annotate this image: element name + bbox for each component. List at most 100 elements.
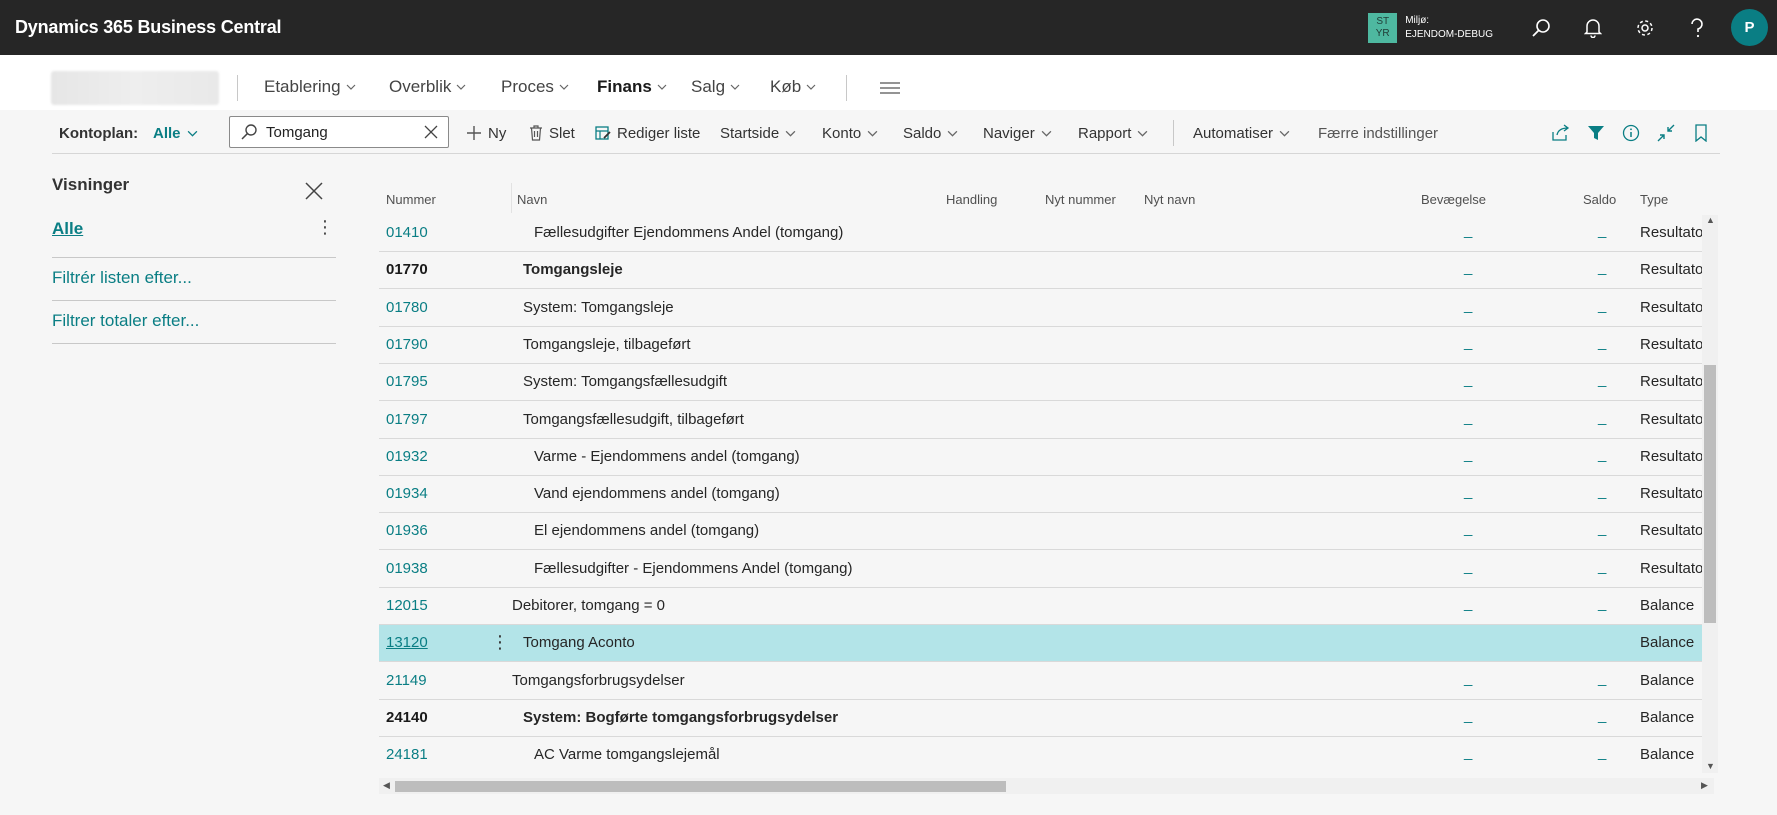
account-number[interactable]: 01790 xyxy=(386,336,428,353)
search-input[interactable] xyxy=(266,123,416,141)
table-row[interactable]: 01770 Tomgangsleje _ _ Resultatop xyxy=(379,252,1702,289)
saldo-value[interactable]: _ xyxy=(1598,446,1606,463)
saldo-value[interactable]: _ xyxy=(1598,371,1606,388)
scroll-left-icon[interactable]: ◀ xyxy=(383,780,390,791)
bevaegelse-value[interactable]: _ xyxy=(1464,409,1472,426)
new-button[interactable]: Ny xyxy=(466,112,506,154)
account-number[interactable]: 12015 xyxy=(386,597,428,614)
saldo-value[interactable]: _ xyxy=(1598,334,1606,351)
gear-icon[interactable] xyxy=(1619,0,1671,55)
bevaegelse-value[interactable]: _ xyxy=(1464,744,1472,761)
bevaegelse-value[interactable]: _ xyxy=(1464,334,1472,351)
nav-item-salg[interactable]: Salg xyxy=(691,77,740,97)
scroll-down-icon[interactable]: ▼ xyxy=(1706,761,1715,771)
filter-list-link[interactable]: Filtrér listen efter... xyxy=(52,268,192,288)
saldo-value[interactable]: _ xyxy=(1598,558,1606,575)
table-row[interactable]: 21149 Tomgangsforbrugsydelser _ _ Balance xyxy=(379,663,1702,700)
bevaegelse-value[interactable]: _ xyxy=(1464,707,1472,724)
row-menu-icon[interactable]: ⋮ xyxy=(491,632,509,653)
account-number[interactable]: 01795 xyxy=(386,373,428,390)
table-row[interactable]: 01938 Fællesudgifter - Ejendommens Andel … xyxy=(379,551,1702,588)
account-number[interactable]: 01938 xyxy=(386,560,428,577)
account-number[interactable]: 01936 xyxy=(386,522,428,539)
hamburger-menu-icon[interactable] xyxy=(880,81,900,99)
info-icon[interactable] xyxy=(1618,120,1644,146)
column-header-saldo[interactable]: Saldo xyxy=(1583,192,1616,207)
horizontal-scrollbar[interactable]: ◀ ▶ xyxy=(379,778,1714,794)
nav-item-etablering[interactable]: Etablering xyxy=(264,77,356,97)
bevaegelse-value[interactable]: _ xyxy=(1464,558,1472,575)
table-row[interactable]: 01936 El ejendommens andel (tomgang) _ _ Res… xyxy=(379,513,1702,550)
bookmark-icon[interactable] xyxy=(1688,120,1714,146)
collapse-icon[interactable] xyxy=(1653,120,1679,146)
table-row[interactable]: 01934 Vand ejendommens andel (tomgang) _ _ R… xyxy=(379,476,1702,513)
column-header-nyt-nummer[interactable]: Nyt nummer xyxy=(1045,192,1116,207)
saldo-value[interactable]: _ xyxy=(1598,520,1606,537)
account-number[interactable]: 21149 xyxy=(386,672,427,689)
column-header-nummer[interactable]: Nummer xyxy=(386,192,436,207)
account-number[interactable]: 01932 xyxy=(386,448,428,465)
naviger-menu[interactable]: Naviger xyxy=(983,112,1052,154)
column-header-handling[interactable]: Handling xyxy=(946,192,997,207)
company-name-blurred[interactable] xyxy=(51,71,219,105)
clear-search-icon[interactable] xyxy=(424,125,438,139)
table-row[interactable]: 01932 Varme - Ejendommens andel (tomgang)… xyxy=(379,439,1702,476)
table-row[interactable]: 01410 Fællesudgifter Ejendommens Andel (t… xyxy=(379,215,1702,252)
search-field[interactable] xyxy=(229,116,449,148)
kontoplan-filter[interactable]: Alle xyxy=(153,112,198,154)
scroll-right-icon[interactable]: ▶ xyxy=(1701,780,1708,791)
table-row[interactable]: 01780 System: Tomgangsleje _ _ Resultatop xyxy=(379,290,1702,327)
saldo-value[interactable]: _ xyxy=(1598,483,1606,500)
delete-button[interactable]: Slet xyxy=(529,112,575,154)
account-number[interactable]: 01410 xyxy=(386,224,428,241)
bell-icon[interactable] xyxy=(1567,0,1619,55)
table-row[interactable]: 01795 System: Tomgangsfællesudgift _ _ Resul… xyxy=(379,364,1702,401)
environment-info[interactable]: Miljø: EJENDOM-DEBUG xyxy=(1405,14,1493,42)
account-number[interactable]: 01934 xyxy=(386,485,428,502)
table-row[interactable]: 01797 Tomgangsfællesudgift, tilbageført _ _… xyxy=(379,402,1702,439)
table-row[interactable]: 01790 Tomgangsleje, tilbageført _ _ Resultat… xyxy=(379,327,1702,364)
app-title[interactable]: Dynamics 365 Business Central xyxy=(15,17,282,38)
vertical-scroll-thumb[interactable] xyxy=(1704,365,1716,623)
avatar[interactable]: P xyxy=(1731,9,1768,46)
saldo-value[interactable]: _ xyxy=(1598,670,1606,687)
help-icon[interactable] xyxy=(1671,0,1723,55)
saldo-value[interactable]: _ xyxy=(1598,297,1606,314)
edit-list-button[interactable]: Rediger liste xyxy=(595,112,700,154)
account-number[interactable]: 01797 xyxy=(386,411,428,428)
bevaegelse-value[interactable]: _ xyxy=(1464,371,1472,388)
filter-totals-link[interactable]: Filtrer totaler efter... xyxy=(52,311,199,331)
horizontal-scroll-thumb[interactable] xyxy=(395,781,1006,792)
column-header-type[interactable]: Type xyxy=(1640,192,1668,207)
more-options-icon[interactable]: ⋮ xyxy=(316,217,334,238)
bevaegelse-value[interactable]: _ xyxy=(1464,670,1472,687)
saldo-value[interactable]: _ xyxy=(1598,595,1606,612)
fewer-settings-button[interactable]: Færre indstillinger xyxy=(1318,112,1438,154)
bevaegelse-value[interactable]: _ xyxy=(1464,297,1472,314)
bevaegelse-value[interactable]: _ xyxy=(1464,483,1472,500)
saldo-value[interactable]: _ xyxy=(1598,707,1606,724)
nav-item-overblik[interactable]: Overblik xyxy=(389,77,466,97)
account-number[interactable]: 24181 xyxy=(386,746,428,763)
account-number[interactable]: 01770 xyxy=(386,261,428,278)
vertical-scrollbar[interactable]: ▲ ▼ xyxy=(1702,215,1718,773)
search-icon[interactable] xyxy=(1515,0,1567,55)
bevaegelse-value[interactable]: _ xyxy=(1464,446,1472,463)
account-number[interactable]: 24140 xyxy=(386,709,428,726)
column-header-bevaegelse[interactable]: Bevægelse xyxy=(1421,192,1486,207)
bevaegelse-value[interactable]: _ xyxy=(1464,259,1472,276)
saldo-value[interactable]: _ xyxy=(1598,259,1606,276)
saldo-value[interactable]: _ xyxy=(1598,222,1606,239)
column-header-nyt-navn[interactable]: Nyt navn xyxy=(1144,192,1195,207)
account-number[interactable]: 13120 xyxy=(386,634,428,651)
nav-item-koeb[interactable]: Køb xyxy=(770,77,816,97)
nav-item-finans[interactable]: Finans xyxy=(597,77,667,97)
saldo-menu[interactable]: Saldo xyxy=(903,112,958,154)
environment-badge[interactable]: ST YR xyxy=(1368,12,1398,43)
table-row[interactable]: 24140 System: Bogførte tomgangsforbrugsyd… xyxy=(379,700,1702,737)
bevaegelse-value[interactable]: _ xyxy=(1464,222,1472,239)
scroll-up-icon[interactable]: ▲ xyxy=(1706,215,1715,225)
bevaegelse-value[interactable]: _ xyxy=(1464,595,1472,612)
bevaegelse-value[interactable]: _ xyxy=(1464,520,1472,537)
view-all[interactable]: Alle xyxy=(52,219,83,239)
